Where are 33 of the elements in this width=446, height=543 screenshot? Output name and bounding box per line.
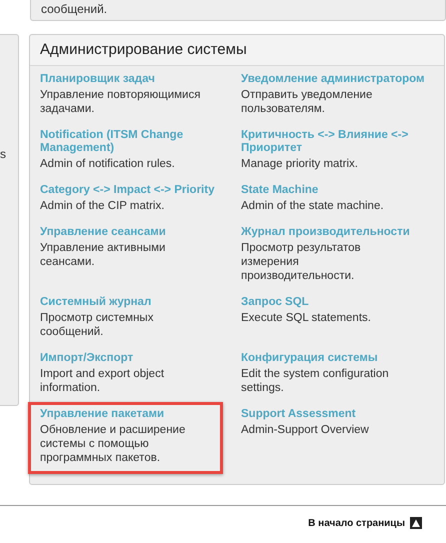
admin-link[interactable]: Журнал производительности <box>241 226 410 239</box>
link-description: Обновление и расширение системы с помощью программных пакетов. <box>40 423 186 465</box>
admin-link[interactable]: Notification (ITSM Change Management) <box>40 129 235 155</box>
admin-link[interactable]: Системный журнал <box>40 296 152 309</box>
admin-link[interactable]: State Machine <box>241 184 318 197</box>
link-description: Admin of the CIP matrix. <box>40 199 164 213</box>
panel-text: s <box>0 147 6 161</box>
admin-link[interactable]: Управление пакетами <box>40 408 164 421</box>
link-description: Import and export object information. <box>40 367 166 395</box>
link-description: Admin-Support Overview <box>241 423 369 437</box>
admin-link[interactable]: Импорт/Экспорт <box>40 352 134 365</box>
up-arrow-icon[interactable] <box>410 517 422 529</box>
card-text: сообщений. <box>41 3 108 15</box>
admin-link[interactable]: Уведомление администратором <box>241 73 425 86</box>
admin-link[interactable]: Запрос SQL <box>241 296 309 309</box>
link-description: Edit the system configuration settings. <box>241 367 390 395</box>
panel-title: Администрирование системы <box>40 41 247 58</box>
back-to-top-link[interactable]: В начало страницы <box>308 518 405 528</box>
link-description: Просмотр системных сообщений. <box>40 311 154 339</box>
admin-link[interactable]: Критичность <-> Влияние <-> Приоритет <box>241 129 431 155</box>
link-description: Управление активными сеансами. <box>40 241 166 269</box>
link-description: Admin of notification rules. <box>40 157 175 171</box>
admin-link[interactable]: Конфигурация системы <box>241 352 378 365</box>
link-description: Manage priority matrix. <box>241 157 358 171</box>
link-description: Управление повторяющимися задачами. <box>40 88 202 116</box>
admin-link[interactable]: Управление сеансами <box>40 226 166 239</box>
link-description: Admin of the state machine. <box>241 199 384 213</box>
admin-link[interactable]: Планировщик задач <box>40 73 155 86</box>
link-description: Просмотр результатов измерения производительности. <box>241 241 362 283</box>
admin-link[interactable]: Support Assessment <box>241 408 356 421</box>
link-description: Отправить уведомление пользователям. <box>241 88 374 116</box>
admin-link[interactable]: Category <-> Impact <-> Priority <box>40 184 214 197</box>
link-description: Execute SQL statements. <box>241 311 371 325</box>
